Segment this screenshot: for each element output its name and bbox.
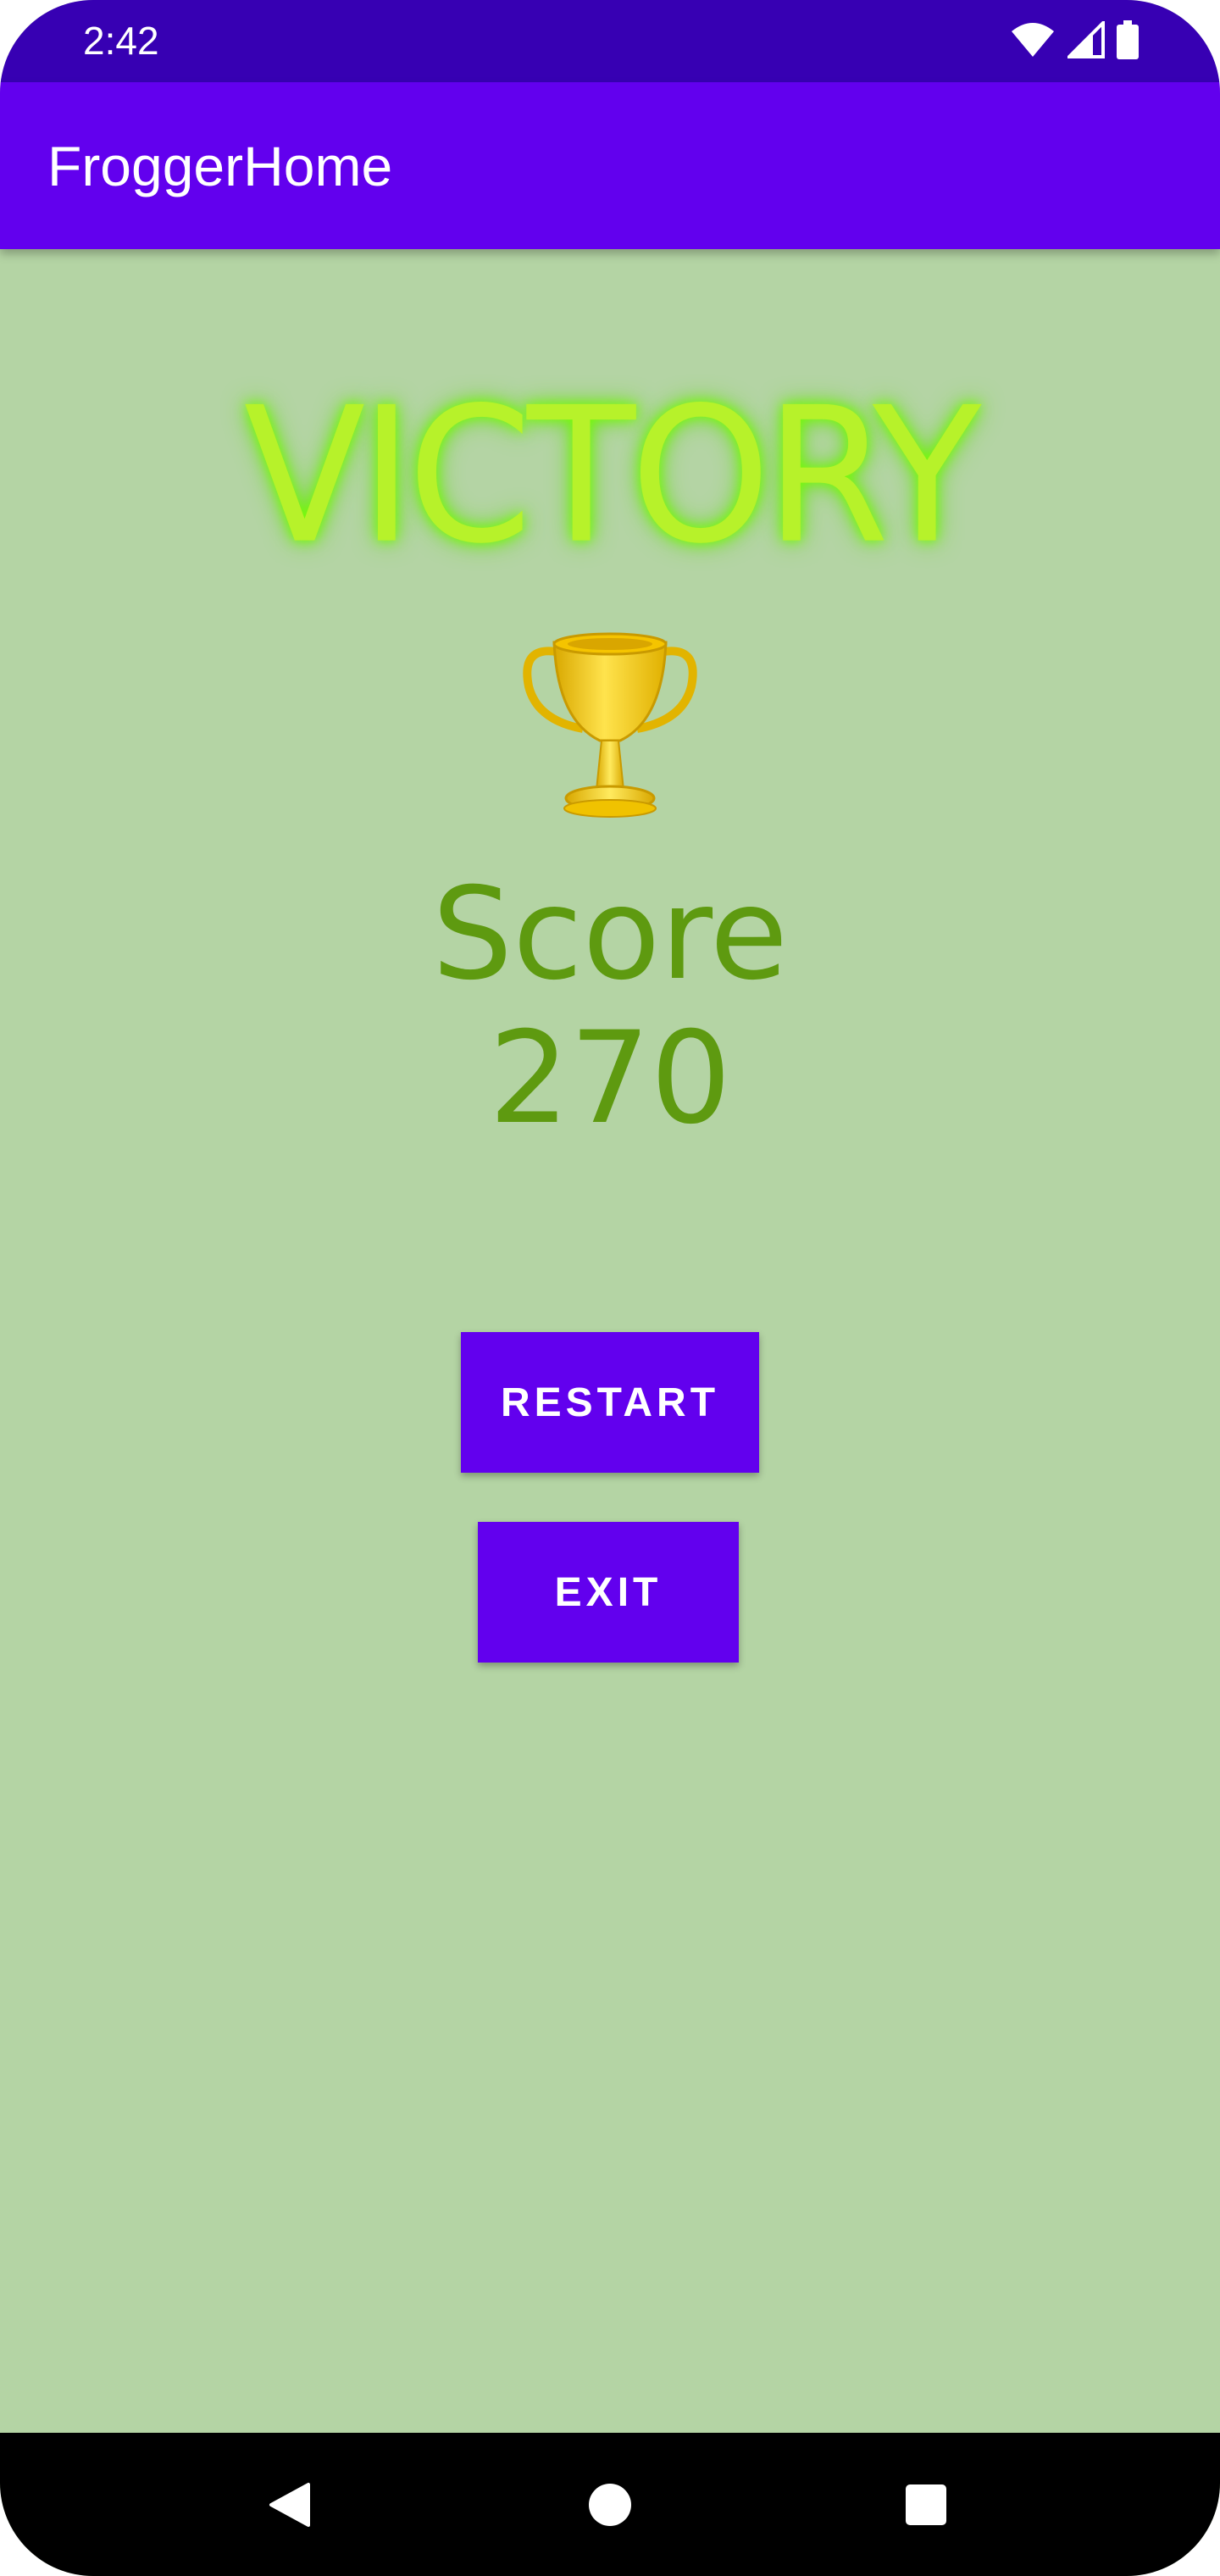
victory-headline: VICTORY [243,366,982,586]
wifi-icon [1010,21,1056,62]
trophy-icon [517,627,703,822]
navigation-bar [0,2433,1220,2576]
exit-button[interactable]: EXIT [478,1522,739,1663]
phone-screen: 2:42 FroggerHome VICTORY Score 270 RESTA… [0,0,1220,2576]
app-title: FroggerHome [47,135,393,197]
status-bar: 2:42 [0,0,1220,82]
back-icon[interactable] [252,2467,328,2543]
home-icon[interactable] [572,2467,648,2543]
signal-icon [1065,19,1105,62]
score-value: 270 [488,1005,732,1152]
battery-icon [1117,20,1139,63]
app-bar: FroggerHome [0,82,1220,249]
score-label: Score [431,861,789,1008]
restart-button[interactable]: RESTART [461,1332,759,1473]
status-icons [1010,19,1139,63]
recents-icon[interactable] [888,2467,964,2543]
status-time: 2:42 [83,19,159,63]
